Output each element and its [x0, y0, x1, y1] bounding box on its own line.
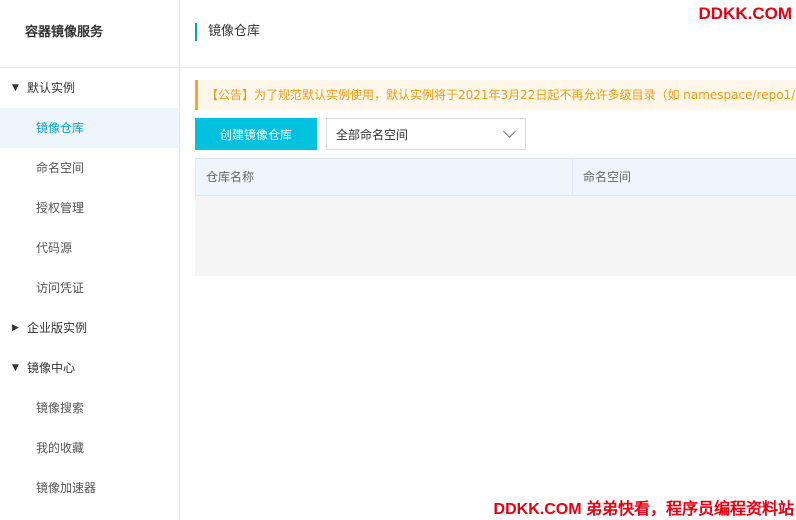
- sidebar: 容器镜像服务 ▼ 默认实例 镜像仓库 命名空间 授权管理 代码源 访问凭证 ▶ …: [0, 0, 180, 520]
- sidebar-item-namespace[interactable]: 命名空间: [0, 148, 179, 188]
- announcement-banner: 【公告】为了规范默认实例使用，默认实例将于2021年3月22日起不再允许多级目录…: [195, 80, 796, 110]
- caret-right-icon: ▶: [12, 323, 19, 333]
- page-title: 镜像仓库: [195, 23, 260, 41]
- main-content: 镜像仓库 DDKK.COM 【公告】为了规范默认实例使用，默认实例将于2021年…: [181, 0, 796, 520]
- toolbar: 创建镜像仓库 全部命名空间: [195, 118, 526, 150]
- sidebar-item-image-accelerator[interactable]: 镜像加速器: [0, 468, 179, 508]
- sidebar-item-access-credential[interactable]: 访问凭证: [0, 268, 179, 308]
- table-body-empty: [195, 196, 796, 276]
- sidebar-item-authorization[interactable]: 授权管理: [0, 188, 179, 228]
- chevron-down-icon: [503, 125, 516, 138]
- column-header-repo-name[interactable]: 仓库名称: [196, 159, 573, 195]
- sidebar-title: 容器镜像服务: [0, 0, 179, 68]
- brand-logo-text: DDKK.COM: [698, 4, 793, 23]
- sidebar-nav: ▼ 默认实例 镜像仓库 命名空间 授权管理 代码源 访问凭证 ▶ 企业版实例 ▼…: [0, 68, 179, 508]
- namespace-select-value: 全部命名空间: [336, 127, 409, 142]
- caret-down-icon: ▼: [12, 363, 19, 373]
- table-header: 仓库名称 命名空间: [195, 158, 796, 196]
- create-repo-button[interactable]: 创建镜像仓库: [195, 118, 317, 150]
- column-header-namespace[interactable]: 命名空间: [573, 159, 796, 195]
- page-header: 镜像仓库 DDKK.COM: [181, 0, 796, 68]
- sidebar-group-label: 默认实例: [27, 81, 76, 95]
- sidebar-group-label: 镜像中心: [27, 361, 76, 375]
- sidebar-item-favorites[interactable]: 我的收藏: [0, 428, 179, 468]
- sidebar-item-image-search[interactable]: 镜像搜索: [0, 388, 179, 428]
- sidebar-group-enterprise-instance[interactable]: ▶ 企业版实例: [0, 308, 179, 348]
- repo-table: 仓库名称 命名空间: [195, 158, 796, 276]
- namespace-select[interactable]: 全部命名空间: [326, 118, 526, 150]
- footer-watermark: DDKK.COM 弟弟快看，程序员编程资料站: [493, 501, 794, 518]
- caret-down-icon: ▼: [12, 83, 19, 93]
- sidebar-group-default-instance[interactable]: ▼ 默认实例: [0, 68, 179, 108]
- sidebar-item-image-repo[interactable]: 镜像仓库: [0, 108, 179, 148]
- sidebar-group-image-center[interactable]: ▼ 镜像中心: [0, 348, 179, 388]
- sidebar-item-code-source[interactable]: 代码源: [0, 228, 179, 268]
- sidebar-group-label: 企业版实例: [27, 321, 88, 335]
